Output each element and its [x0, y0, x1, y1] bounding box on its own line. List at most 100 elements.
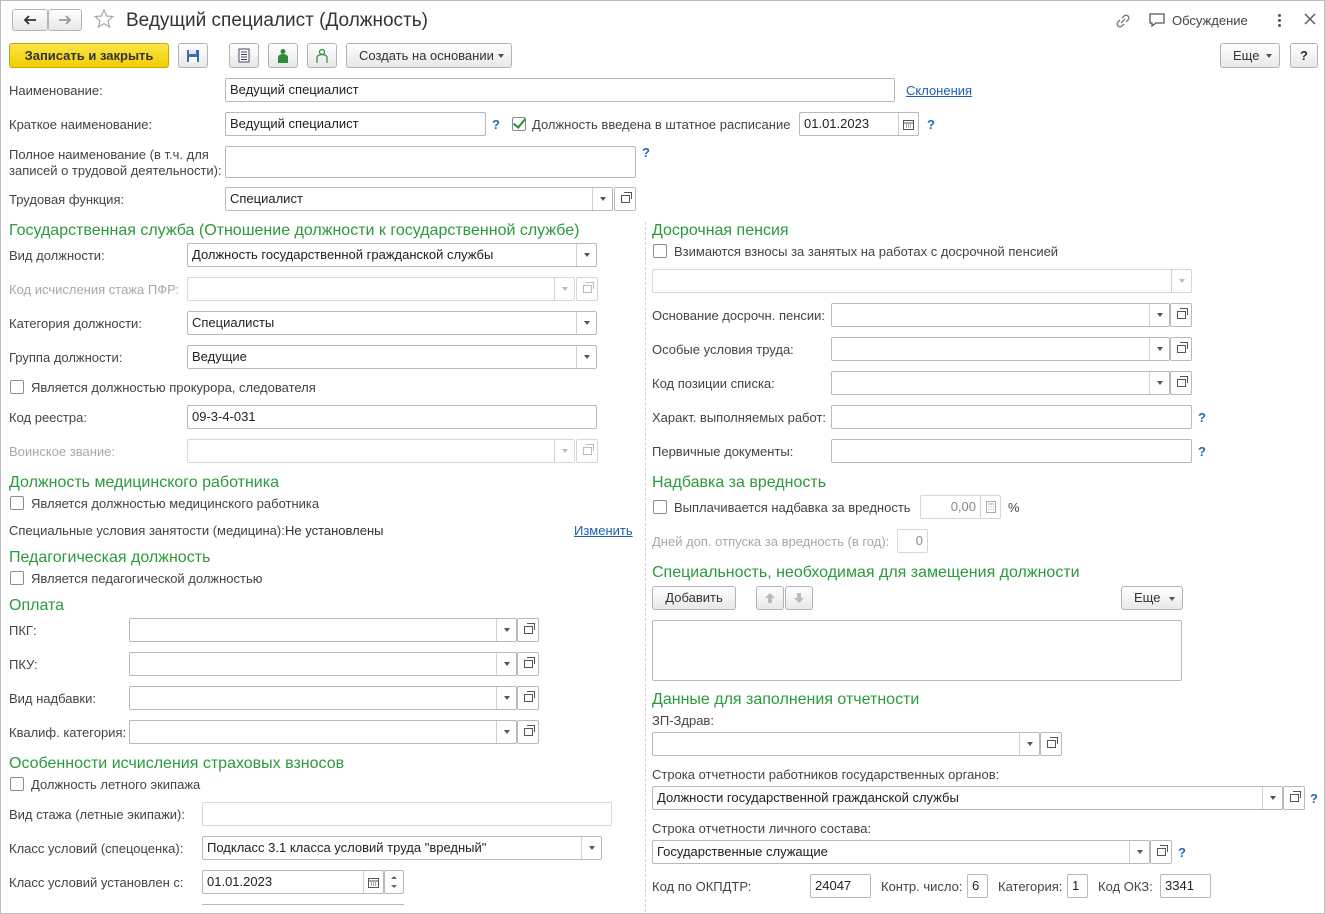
short-name-input[interactable]: Ведущий специалист [225, 112, 486, 136]
zp-select[interactable] [652, 732, 1040, 756]
list-position-open-button[interactable] [1170, 371, 1192, 395]
add-button[interactable]: Добавить [652, 586, 736, 610]
pfr-code-select[interactable] [187, 277, 575, 301]
pkg-select[interactable] [129, 618, 517, 642]
staff-checkbox[interactable] [512, 117, 526, 131]
chevron-down-icon[interactable] [496, 721, 516, 743]
early-basis-open-button[interactable] [1170, 303, 1192, 327]
labor-function-select[interactable]: Специалист [225, 187, 613, 211]
staff-report-select[interactable]: Государственные служащие [652, 840, 1150, 864]
chevron-down-icon[interactable] [496, 687, 516, 709]
gov-report-select[interactable]: Должности государственной гражданской сл… [652, 786, 1283, 810]
group-select[interactable]: Ведущие [187, 345, 597, 369]
pedagogical-checkbox[interactable] [10, 571, 24, 585]
okpdtr-input[interactable]: 24047 [810, 874, 871, 898]
chevron-down-icon[interactable] [1129, 841, 1149, 863]
help-button[interactable]: ? [1290, 43, 1318, 68]
bonus-type-open-button[interactable] [517, 686, 539, 710]
registry-code-input[interactable]: 09-3-4-031 [187, 405, 597, 429]
forward-button[interactable] [48, 9, 82, 31]
condition-date-input[interactable]: 01.01.2023 [202, 870, 384, 894]
primary-docs-help-icon[interactable]: ? [1198, 444, 1206, 460]
link-icon[interactable] [1114, 12, 1132, 33]
chevron-down-icon[interactable] [581, 837, 601, 859]
calendar-icon[interactable] [363, 871, 383, 893]
calculator-icon[interactable] [980, 496, 1000, 518]
chevron-down-icon[interactable] [1262, 787, 1282, 809]
move-up-button[interactable] [756, 586, 784, 610]
medical-change-link[interactable]: Изменить [574, 523, 633, 539]
okpdtr-category-input[interactable]: 1 [1067, 874, 1088, 898]
calendar-icon[interactable] [898, 113, 918, 135]
more-button[interactable]: Еще [1220, 43, 1280, 68]
chevron-down-icon[interactable] [1149, 304, 1169, 326]
full-name-input[interactable] [225, 146, 636, 178]
bonus-type-select[interactable] [129, 686, 517, 710]
specialty-table[interactable] [652, 620, 1182, 681]
full-name-help-icon[interactable]: ? [642, 145, 650, 161]
chevron-down-icon[interactable] [576, 346, 596, 368]
chevron-down-icon[interactable] [1149, 338, 1169, 360]
discussion-button[interactable]: Обсуждение [1148, 12, 1248, 28]
chevron-down-icon[interactable] [496, 619, 516, 641]
primary-docs-input[interactable] [831, 439, 1192, 463]
harm-bonus-input[interactable]: 0,00 [920, 495, 1001, 519]
gov-report-open-button[interactable] [1283, 786, 1305, 810]
pku-select[interactable] [129, 652, 517, 676]
save-button[interactable] [178, 43, 208, 68]
create-based-button[interactable]: Создать на основании [346, 43, 512, 68]
harm-bonus-checkbox[interactable] [653, 500, 667, 514]
short-name-help-icon[interactable]: ? [492, 117, 500, 133]
prosecutor-checkbox[interactable] [10, 380, 24, 394]
condition-class-select[interactable]: Подкласс 3.1 класса условий труда "вредн… [202, 836, 602, 860]
list-position-select[interactable] [831, 371, 1170, 395]
control-number-input[interactable]: 6 [967, 874, 988, 898]
name-input[interactable]: Ведущий специалист [225, 78, 895, 102]
pkg-open-button[interactable] [517, 618, 539, 642]
specialty-more-button[interactable]: Еще [1121, 586, 1183, 610]
declensions-link[interactable]: Склонения [906, 83, 972, 99]
position-type-select[interactable]: Должность государственной гражданской сл… [187, 243, 597, 267]
flight-exp-input[interactable] [202, 802, 612, 826]
structure-button[interactable] [268, 43, 298, 68]
chevron-down-icon[interactable] [554, 278, 574, 300]
work-character-help-icon[interactable]: ? [1198, 410, 1206, 426]
work-character-input[interactable] [831, 405, 1192, 429]
early-pension-checkbox[interactable] [653, 244, 667, 258]
zp-open-button[interactable] [1040, 732, 1062, 756]
qualification-select[interactable] [129, 720, 517, 744]
special-conditions-select[interactable] [831, 337, 1170, 361]
close-icon[interactable] [1304, 13, 1316, 28]
flight-crew-checkbox[interactable] [10, 777, 24, 791]
special-conditions-open-button[interactable] [1170, 337, 1192, 361]
staff-date-input[interactable]: 01.01.2023 [799, 112, 919, 136]
category-select[interactable]: Специалисты [187, 311, 597, 335]
employees-button[interactable] [307, 43, 337, 68]
military-rank-select[interactable] [187, 439, 575, 463]
chevron-down-icon[interactable] [554, 440, 574, 462]
chevron-down-icon[interactable] [1171, 270, 1191, 292]
chevron-down-icon[interactable] [496, 653, 516, 675]
chevron-down-icon[interactable] [1019, 733, 1039, 755]
chevron-down-icon[interactable] [576, 244, 596, 266]
save-close-button[interactable]: Записать и закрыть [9, 43, 169, 68]
chevron-down-icon[interactable] [1149, 372, 1169, 394]
labor-function-open-button[interactable] [614, 187, 636, 211]
gov-report-help-icon[interactable]: ? [1310, 791, 1318, 807]
staff-date-help-icon[interactable]: ? [927, 117, 935, 133]
early-pension-select[interactable] [652, 269, 1192, 293]
staff-report-open-button[interactable] [1150, 840, 1172, 864]
okz-input[interactable]: 3341 [1160, 874, 1211, 898]
pfr-code-open-button[interactable] [576, 277, 598, 301]
medical-checkbox[interactable] [10, 496, 24, 510]
early-basis-select[interactable] [831, 303, 1170, 327]
harm-days-input[interactable]: 0 [897, 529, 928, 553]
chevron-down-icon[interactable] [592, 188, 612, 210]
qualification-open-button[interactable] [517, 720, 539, 744]
condition-date-spinner[interactable] [384, 870, 404, 894]
chevron-down-icon[interactable] [576, 312, 596, 334]
report-button[interactable] [229, 43, 259, 68]
military-rank-open-button[interactable] [576, 439, 598, 463]
pku-open-button[interactable] [517, 652, 539, 676]
move-down-button[interactable] [785, 586, 813, 610]
